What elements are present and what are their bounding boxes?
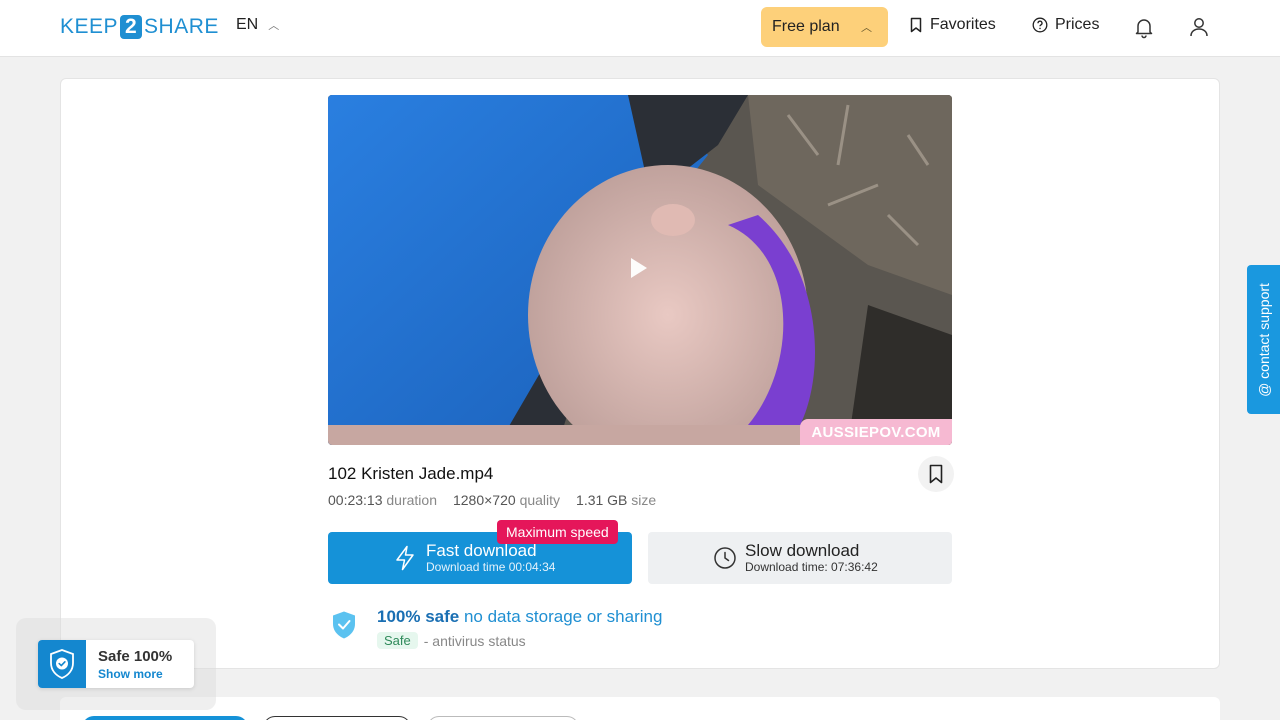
- safety-strong: 100% safe: [377, 607, 460, 626]
- duration-label: duration: [386, 492, 437, 508]
- file-meta: 00:23:13 duration 1280×720 quality 1.31 …: [328, 492, 656, 508]
- fast-download-label: Fast download: [426, 541, 537, 560]
- add-to-favorites-button[interactable]: [918, 456, 954, 492]
- safe-popup-title: Safe 100%: [98, 648, 173, 665]
- show-more-link[interactable]: Show more: [98, 667, 163, 681]
- slow-download-button[interactable]: Slow download Download time: 07:36:42: [648, 532, 952, 584]
- safety-rest: no data storage or sharing: [463, 607, 663, 626]
- logo-two: 2: [120, 15, 143, 39]
- antivirus-status-text: - antivirus status: [423, 632, 526, 649]
- clock-icon: [714, 547, 736, 569]
- free-plan-button[interactable]: Free plan ︿: [761, 7, 888, 47]
- favorites-link[interactable]: Favorites: [909, 16, 996, 34]
- prices-label: Prices: [1055, 16, 1100, 33]
- safe-status-badge: Safe: [377, 632, 418, 649]
- tab-second[interactable]: [263, 716, 411, 720]
- safety-statement: 100% safe no data storage or sharing: [377, 607, 662, 627]
- chevron-up-icon: ︿: [861, 22, 872, 34]
- slow-download-label: Slow download: [745, 541, 860, 560]
- question-circle-icon: [1032, 17, 1048, 33]
- size-meta: 1.31 GB size: [576, 492, 656, 508]
- shield-check-icon: [333, 611, 355, 639]
- bookmark-icon: [929, 464, 943, 484]
- play-icon[interactable]: [631, 258, 647, 278]
- prices-link[interactable]: Prices: [1032, 16, 1099, 34]
- size-label: size: [631, 492, 657, 508]
- quality-meta: 1280×720 quality: [453, 492, 560, 508]
- logo-keep: KEEP: [60, 15, 119, 38]
- size-value: 1.31 GB: [576, 492, 628, 508]
- safe-popup[interactable]: Safe 100% Show more: [38, 640, 194, 688]
- quality-value: 1280×720: [452, 492, 516, 508]
- slow-download-time: Download time: 07:36:42: [745, 560, 878, 574]
- user-icon[interactable]: [1187, 15, 1211, 39]
- video-player[interactable]: AUSSIEPOV.COM: [328, 95, 952, 445]
- lightning-icon: [396, 545, 414, 571]
- chevron-up-icon: ︿: [268, 20, 280, 32]
- plan-label: Free plan: [772, 18, 840, 35]
- language-selector[interactable]: EN ︿: [236, 16, 279, 34]
- duration-meta: 00:23:13 duration: [328, 492, 437, 508]
- duration-value: 00:23:13: [328, 492, 383, 508]
- file-name: 102 Kristen Jade.mp4: [328, 464, 494, 483]
- language-label: EN: [236, 16, 259, 33]
- contact-support-tab[interactable]: @ contact support: [1247, 265, 1280, 414]
- video-watermark: AUSSIEPOV.COM: [800, 419, 952, 445]
- quality-label: quality: [519, 492, 561, 508]
- antivirus-status: Safe - antivirus status: [377, 632, 526, 649]
- logo-share: SHARE: [144, 15, 219, 38]
- keep2share-logo[interactable]: KEEP 2 SHARE: [60, 14, 219, 40]
- contact-support-label: @ contact support: [1255, 282, 1272, 397]
- maximum-speed-badge: Maximum speed: [497, 520, 618, 544]
- safe-popup-icon-box: [38, 640, 86, 688]
- top-header: KEEP 2 SHARE EN ︿ Free plan ︿ Favorites Pr…: [0, 0, 1280, 57]
- tab-first[interactable]: [82, 716, 248, 720]
- shield-check-icon: [50, 649, 74, 679]
- tab-third[interactable]: [427, 716, 579, 720]
- favorites-label: Favorites: [930, 16, 996, 33]
- bookmark-icon: [910, 17, 922, 33]
- fast-download-time: Download time 00:04:34: [426, 560, 556, 574]
- bell-icon[interactable]: [1132, 15, 1156, 39]
